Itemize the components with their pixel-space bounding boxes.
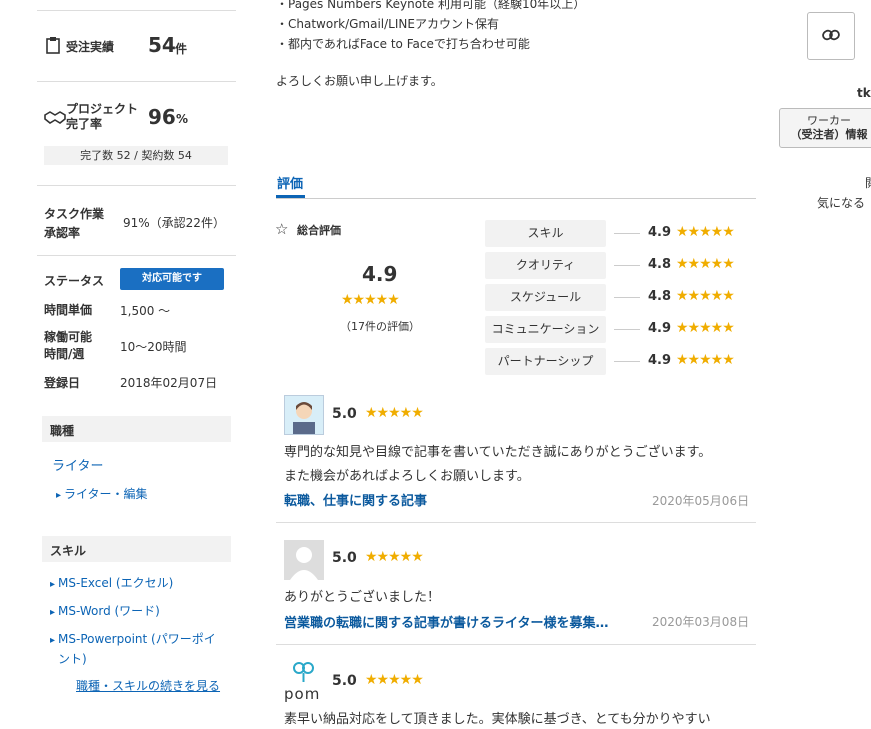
category-communication: コミュニケーション (485, 316, 606, 343)
hours-label: 稼働可能 時間/週 (44, 330, 93, 361)
divider (37, 10, 236, 11)
review-text: ありがとうございました！ (284, 590, 441, 605)
side-text: 閲 (865, 174, 871, 191)
intro-text: ・Pages Numbers Keynote 利用可能（経験10年以上） ・Ch… (276, 0, 586, 51)
category-schedule-score: 4.8 (648, 289, 672, 304)
review-score: 5.0 (332, 550, 357, 566)
divider (276, 198, 756, 199)
review-text: 専門的な知見や目線で記事を書いていただき誠にありがとうございます。 また機会があ… (284, 445, 712, 484)
hours-value: 10～20時間 (120, 340, 187, 354)
completion-label: プロジェクト 完了率 (66, 102, 139, 131)
overall-score: 4.9 (362, 262, 398, 286)
skill-item-excel[interactable]: MS-Excel (エクセル) (50, 574, 173, 591)
review-stars: ★★★★★ (365, 672, 424, 688)
overall-count: （17件の評価） (340, 320, 420, 333)
avatar-logo-text: pom (284, 685, 321, 703)
status-label: ステータス (44, 274, 105, 288)
category-partnership-stars: ★★★★★ (676, 352, 735, 368)
more-skills-link[interactable]: 職種・スキルの続きを見る (76, 677, 220, 694)
category-communication-stars: ★★★★★ (676, 320, 735, 336)
side-text: 気になる (817, 196, 866, 210)
category-connector (614, 361, 640, 362)
status-badge: 対応可能です (120, 268, 224, 290)
completion-detail: 完了数 52 / 契約数 54 (44, 146, 228, 165)
completion-unit: % (176, 112, 189, 126)
category-skill-stars: ★★★★★ (676, 224, 735, 240)
skill-item-word[interactable]: MS-Word (ワード) (50, 602, 160, 619)
intro-closing: よろしくお願い申し上げます。 (276, 74, 443, 88)
review-score: 5.0 (332, 673, 357, 689)
hourly-label: 時間単価 (44, 303, 93, 317)
review-date: 2020年03月08日 (652, 615, 750, 629)
registered-value: 2018年02月07日 (120, 376, 218, 390)
orders-label: 受注実績 (66, 40, 115, 54)
overall-stars: ★★★★★ (341, 292, 400, 308)
category-partnership: パートナーシップ (485, 348, 606, 375)
divider (276, 522, 756, 523)
job-category-link[interactable]: ライター (52, 455, 103, 474)
category-quality-stars: ★★★★★ (676, 256, 735, 272)
review-job-link[interactable]: 営業職の転職に関する記事が書けるライター様を募集… (284, 612, 608, 631)
task-value: 91%（承認22件） (123, 216, 225, 230)
avatar[interactable] (284, 395, 324, 435)
category-connector (614, 233, 640, 234)
job-section-title: 職種 (42, 416, 231, 442)
review-stars: ★★★★★ (365, 405, 424, 421)
registered-label: 登録日 (44, 376, 81, 390)
category-schedule: スケジュール (485, 284, 606, 311)
star-outline-icon: ☆ (275, 220, 289, 238)
overall-label: 総合評価 (297, 224, 341, 237)
category-connector (614, 297, 640, 298)
completion-value: 96 (148, 105, 176, 129)
job-sub-link[interactable]: ライター・編集 (56, 485, 148, 502)
category-quality-score: 4.8 (648, 257, 672, 272)
divider (37, 81, 236, 82)
divider (37, 255, 236, 256)
user-name: tkı (857, 86, 871, 100)
orders-value: 54 (148, 33, 176, 57)
review-date: 2020年05月06日 (652, 494, 750, 508)
task-label: タスク作業 承認率 (44, 207, 105, 240)
category-connector (614, 329, 640, 330)
link-icon (822, 28, 840, 45)
category-communication-score: 4.9 (648, 321, 672, 336)
category-partnership-score: 4.9 (648, 353, 672, 368)
divider (37, 185, 236, 186)
category-connector (614, 265, 640, 266)
review-job-link[interactable]: 転職、仕事に関する記事 (284, 490, 427, 509)
avatar[interactable] (284, 540, 324, 580)
divider (276, 644, 756, 645)
review-text: 素早い納品対応をして頂きました。実体験に基づき、とても分かりやすい (284, 712, 711, 727)
category-quality: クオリティ (485, 252, 606, 279)
category-skill: スキル (485, 220, 606, 247)
skill-section-title: スキル (42, 536, 231, 562)
skill-item-powerpoint-cont[interactable]: ント) (58, 650, 87, 667)
hourly-value: 1,500 ～ (120, 304, 171, 318)
review-stars: ★★★★★ (365, 549, 424, 565)
orders-unit: 件 (175, 42, 188, 56)
category-skill-score: 4.9 (648, 225, 672, 240)
clipboard-icon (46, 36, 60, 54)
handshake-icon (44, 108, 66, 126)
worker-info-button[interactable]: ワーカー （受注者）情報 (779, 108, 871, 148)
tab-evaluation[interactable]: 評価 (277, 173, 303, 192)
review-score: 5.0 (332, 406, 357, 422)
category-schedule-stars: ★★★★★ (676, 288, 735, 304)
avatar[interactable]: pom (284, 660, 324, 703)
skill-item-powerpoint[interactable]: MS-Powerpoint (パワーポイ (50, 630, 216, 647)
link-button[interactable] (807, 12, 855, 60)
